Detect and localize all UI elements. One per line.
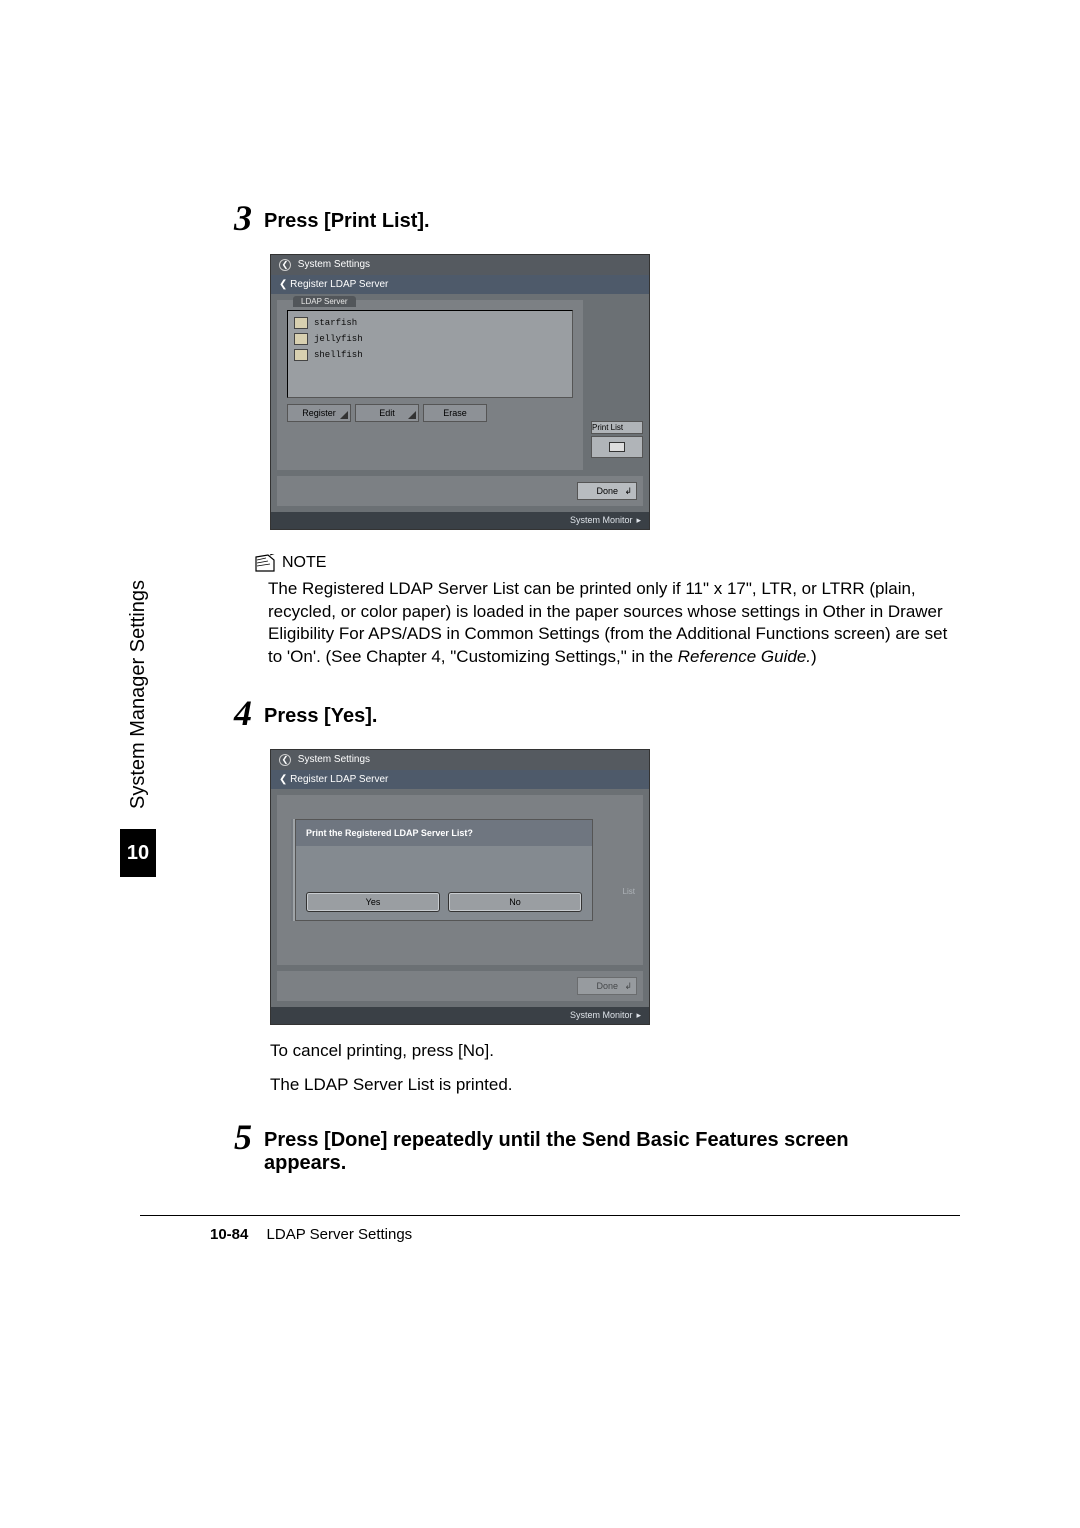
section-title: System Manager Settings [127,580,150,809]
page-number: 10-84 [210,1226,248,1243]
window-title-bar: ❮ System Settings [271,750,649,770]
window-title: System Settings [298,754,370,765]
chapter-side-tab: System Manager Settings 10 [120,580,156,877]
done-button-disabled: Done [577,977,637,995]
list-item[interactable]: starfish [294,315,566,331]
window-subtitle-bar: ❮ Register LDAP Server [271,770,649,789]
step-number: 3 [224,200,252,236]
no-button[interactable]: No [448,892,582,912]
step-title: Press [Yes]. [264,695,377,728]
yes-button[interactable]: Yes [306,892,440,912]
window-subtitle: Register LDAP Server [290,279,388,290]
register-button[interactable]: Register [287,404,351,422]
step-title: Press [Done] repeatedly until the Send B… [264,1119,904,1175]
note-icon [254,554,276,572]
list-item[interactable]: shellfish [294,347,566,363]
step-number: 4 [224,695,252,731]
back-icon: ❮ [279,774,287,785]
confirm-dialog: Print the Registered LDAP Server List? Y… [295,819,593,921]
tab-ldap-server[interactable]: LDAP Server [293,296,356,307]
disabled-list-label: List [623,887,635,896]
list-item[interactable]: jellyfish [294,331,566,347]
erase-button[interactable]: Erase [423,404,487,422]
edit-button[interactable]: Edit [355,404,419,422]
window-title-bar: ❮ System Settings [271,255,649,275]
chapter-number: 10 [120,829,156,877]
window-title: System Settings [298,259,370,270]
footer-rule [140,1215,960,1216]
print-list-button[interactable] [591,436,643,458]
printer-icon [609,442,625,452]
server-icon [294,333,308,345]
reference-guide: Reference Guide. [678,647,811,666]
back-icon: ❮ [279,279,287,290]
screenshot-register-ldap: ❮ System Settings ❮ Register LDAP Server… [270,254,650,530]
screenshot-confirm-print: ❮ System Settings ❮ Register LDAP Server… [270,749,650,1025]
footer-title: LDAP Server Settings [267,1226,413,1243]
status-bar[interactable]: System Monitor▸ [271,512,649,529]
note-heading: NOTE [254,552,960,574]
back-icon: ❮ [279,754,291,766]
back-icon: ❮ [279,259,291,271]
window-subtitle-bar: ❮ Register LDAP Server [271,275,649,294]
page-footer: 10-84 LDAP Server Settings [210,1226,960,1243]
step-4: 4 Press [Yes]. [224,695,960,731]
step-number: 5 [224,1119,252,1155]
window-subtitle: Register LDAP Server [290,774,388,785]
dialog-question: Print the Registered LDAP Server List? [296,820,592,846]
ldap-server-list[interactable]: starfish jellyfish shellfish [287,310,573,398]
step-3: 3 Press [Print List]. [224,200,960,236]
server-icon [294,349,308,361]
body-text: The LDAP Server List is printed. [270,1073,960,1097]
note-block: NOTE The Registered LDAP Server List can… [268,552,960,669]
server-icon [294,317,308,329]
status-bar[interactable]: System Monitor▸ [271,1007,649,1024]
body-text: To cancel printing, press [No]. [270,1039,960,1063]
print-list-label: Print List [591,421,643,434]
step-5: 5 Press [Done] repeatedly until the Send… [224,1119,960,1175]
note-text: The Registered LDAP Server List can be p… [268,579,947,667]
step-title: Press [Print List]. [264,200,430,233]
done-button[interactable]: Done [577,482,637,500]
